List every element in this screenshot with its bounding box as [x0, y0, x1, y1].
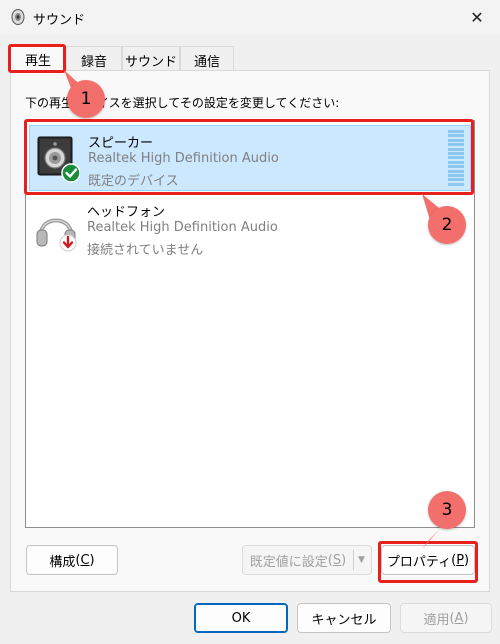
callout-3: 3 — [428, 491, 466, 529]
tab-communications[interactable]: 通信 — [180, 46, 234, 70]
tab-recording[interactable]: 録音 — [66, 46, 122, 70]
device-driver: Realtek High Definition Audio — [88, 151, 279, 166]
callout-1: 1 — [67, 80, 105, 118]
set-default-split-button[interactable]: 既定値に設定(S) ▼ — [242, 545, 372, 575]
speaker-app-icon — [11, 9, 25, 25]
close-icon[interactable]: ✕ — [454, 0, 500, 34]
down-arrow-badge-icon — [59, 234, 77, 252]
device-status: 既定のデバイス — [88, 174, 179, 189]
title-bar: サウンド ✕ — [0, 0, 500, 34]
tab-playback[interactable]: 再生 — [10, 45, 66, 71]
device-list[interactable]: スピーカー Realtek High Definition Audio 既定のデ… — [25, 120, 475, 528]
tab-sounds[interactable]: サウンド — [122, 46, 180, 70]
device-name: ヘッドフォン — [87, 205, 166, 220]
apply-button[interactable]: 適用(A) — [400, 603, 492, 633]
device-name: スピーカー — [88, 136, 154, 151]
callout-2: 2 — [428, 206, 466, 244]
device-item-headphones[interactable]: ヘッドフォン Realtek High Definition Audio 接続さ… — [29, 195, 471, 261]
speaker-icon — [37, 136, 80, 183]
ok-button[interactable]: OK — [194, 603, 288, 633]
chevron-down-icon[interactable]: ▼ — [352, 546, 371, 574]
device-driver: Realtek High Definition Audio — [87, 220, 278, 235]
properties-button[interactable]: プロパティ(P) — [381, 545, 475, 575]
device-item-speaker[interactable]: スピーカー Realtek High Definition Audio 既定のデ… — [29, 125, 471, 191]
configure-button[interactable]: 構成(C) — [26, 545, 118, 575]
set-default-button[interactable]: 既定値に設定(S) — [243, 546, 353, 574]
volume-meter — [448, 130, 464, 186]
window-title: サウンド — [33, 13, 86, 28]
device-status: 接続されていません — [87, 243, 204, 258]
headphones-icon — [36, 218, 77, 252]
playback-panel: 下の再生デバイスを選択してその設定を変更してください: スピーカー Realte… — [10, 70, 490, 592]
cancel-button[interactable]: キャンセル — [297, 603, 391, 633]
check-badge-icon — [61, 163, 80, 183]
